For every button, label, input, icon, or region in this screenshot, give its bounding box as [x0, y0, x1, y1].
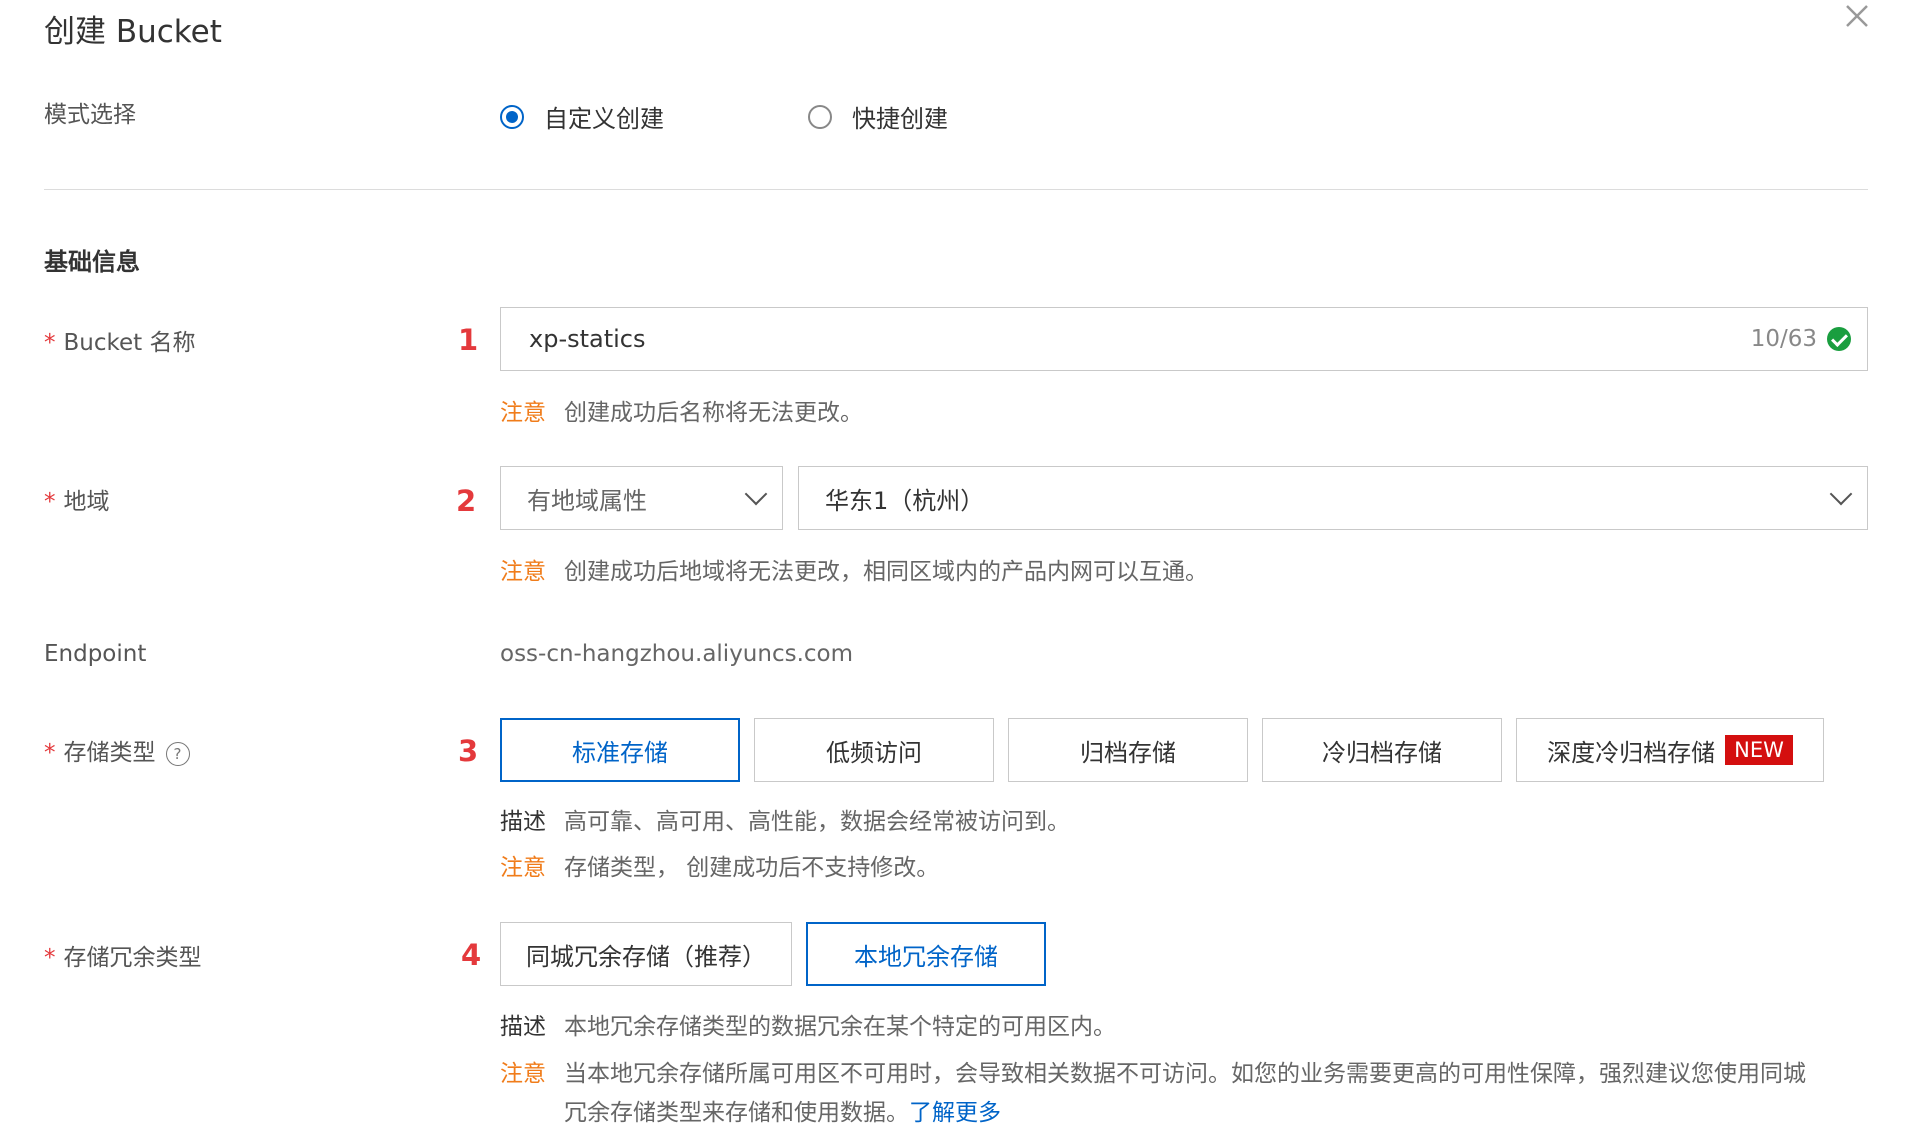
dialog-title: 创建 Bucket	[44, 14, 222, 50]
step-marker-2: 2	[456, 484, 477, 518]
new-badge: NEW	[1725, 735, 1793, 765]
desc-tag: 描述	[500, 809, 546, 835]
mode-custom-label: 自定义创建	[544, 105, 664, 133]
check-circle-icon	[1827, 327, 1851, 351]
required-mark: *	[44, 740, 56, 766]
learn-more-link[interactable]: 了解更多	[909, 1100, 1001, 1126]
desc-tag: 描述	[500, 1014, 546, 1040]
region-label: * 地域	[44, 482, 110, 516]
redundancy-note-cont: 冗余存储类型来存储和使用数据。了解更多	[564, 1093, 1001, 1127]
radio-selected-icon	[500, 104, 524, 129]
region-select[interactable]: 华东1（杭州）	[798, 466, 1868, 530]
note-text-line2: 冗余存储类型来存储和使用数据。	[564, 1100, 909, 1126]
mode-quick-label: 快捷创建	[852, 105, 948, 133]
region-attribute-value: 有地域属性	[527, 486, 647, 515]
endpoint-value: oss-cn-hangzhou.aliyuncs.com	[500, 641, 854, 667]
bucket-name-label-text: Bucket 名称	[63, 330, 196, 356]
option-label: 冷归档存储	[1322, 738, 1442, 767]
note-text: 存储类型， 创建成功后不支持修改。	[564, 855, 940, 881]
redundancy-desc: 描述 本地冗余存储类型的数据冗余在某个特定的可用区内。	[500, 1007, 1116, 1041]
chevron-down-icon	[1829, 482, 1853, 506]
redundancy-note: 注意 当本地冗余存储所属可用区不可用时，会导致相关数据不可访问。如您的业务需要更高…	[500, 1054, 1806, 1088]
storage-class-desc: 描述 高可靠、高可用、高性能，数据会经常被访问到。	[500, 802, 1070, 836]
option-label: 本地冗余存储	[854, 942, 998, 971]
option-label: 同城冗余存储（推荐）	[526, 942, 766, 971]
storage-class-label-text: 存储类型	[63, 740, 156, 766]
storage-deep-cold-archive-option[interactable]: 深度冷归档存储 NEW	[1516, 718, 1824, 782]
chevron-down-icon	[744, 482, 768, 506]
note-text-line1: 当本地冗余存储所属可用区不可用时，会导致相关数据不可访问。如您的业务需要更高的可…	[564, 1061, 1806, 1087]
desc-text: 高可靠、高可用、高性能，数据会经常被访问到。	[564, 809, 1070, 835]
step-marker-3: 3	[458, 734, 479, 768]
step-marker-1: 1	[458, 323, 479, 357]
storage-cold-archive-option[interactable]: 冷归档存储	[1262, 718, 1502, 782]
close-icon[interactable]	[1843, 2, 1871, 30]
option-label: 深度冷归档存储	[1547, 738, 1716, 767]
required-mark: *	[44, 945, 56, 971]
mode-label: 模式选择	[44, 102, 136, 128]
note-tag: 注意	[500, 1061, 546, 1087]
region-attribute-select[interactable]: 有地域属性	[500, 466, 783, 530]
redundancy-lrs-option[interactable]: 本地冗余存储	[806, 922, 1046, 986]
bucket-name-field[interactable]: 10/63	[500, 307, 1868, 371]
note-tag: 注意	[500, 400, 546, 426]
option-label: 归档存储	[1080, 738, 1176, 767]
region-note: 注意 创建成功后地域将无法更改，相同区域内的产品内网可以互通。	[500, 552, 1208, 586]
step-marker-4: 4	[461, 938, 482, 972]
redundancy-zrs-option[interactable]: 同城冗余存储（推荐）	[500, 922, 792, 986]
redundancy-label-text: 存储冗余类型	[63, 945, 202, 971]
redundancy-label: * 存储冗余类型	[44, 938, 202, 972]
note-tag: 注意	[500, 855, 546, 881]
bucket-name-note: 注意 创建成功后名称将无法更改。	[500, 393, 863, 427]
note-text: 创建成功后地域将无法更改，相同区域内的产品内网可以互通。	[564, 559, 1208, 585]
help-icon[interactable]: ?	[165, 741, 190, 766]
mode-custom-radio[interactable]: 自定义创建	[500, 99, 664, 134]
region-label-text: 地域	[63, 489, 110, 515]
section-divider	[44, 189, 1868, 190]
radio-unselected-icon	[808, 104, 832, 129]
section-title: 基础信息	[44, 248, 140, 276]
storage-class-note: 注意 存储类型， 创建成功后不支持修改。	[500, 848, 939, 882]
mode-quick-radio[interactable]: 快捷创建	[808, 99, 948, 134]
char-counter: 10/63	[1750, 326, 1817, 352]
option-label: 标准存储	[572, 738, 668, 767]
storage-class-label: * 存储类型?	[44, 733, 190, 767]
storage-archive-option[interactable]: 归档存储	[1008, 718, 1248, 782]
note-text: 创建成功后名称将无法更改。	[564, 400, 863, 426]
required-mark: *	[44, 330, 56, 356]
required-mark: *	[44, 489, 56, 515]
desc-text: 本地冗余存储类型的数据冗余在某个特定的可用区内。	[564, 1014, 1116, 1040]
storage-ia-option[interactable]: 低频访问	[754, 718, 994, 782]
bucket-name-label: * Bucket 名称	[44, 323, 195, 357]
endpoint-label: Endpoint	[44, 641, 147, 667]
bucket-name-input[interactable]	[527, 324, 1751, 354]
storage-standard-option[interactable]: 标准存储	[500, 718, 740, 782]
option-label: 低频访问	[826, 738, 922, 767]
region-value: 华东1（杭州）	[825, 486, 985, 515]
note-tag: 注意	[500, 559, 546, 585]
